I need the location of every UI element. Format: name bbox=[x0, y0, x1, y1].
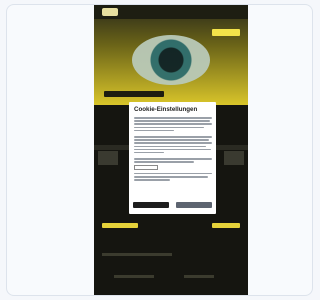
dialog-text-line bbox=[134, 120, 210, 122]
dialog-text-line bbox=[134, 172, 212, 175]
dialog-text-line bbox=[134, 151, 164, 154]
dialog-text-line bbox=[134, 117, 212, 119]
footer-text-line bbox=[184, 275, 214, 278]
dialog-text-line bbox=[134, 126, 204, 129]
dialog-text-line bbox=[134, 179, 170, 181]
dialog-text-line bbox=[134, 123, 212, 125]
cookie-settings-dialog: Cookie-Einstellungen bbox=[129, 102, 216, 214]
dialog-title: Cookie-Einstellungen bbox=[134, 106, 198, 113]
accept-all-button[interactable] bbox=[133, 202, 169, 208]
dialog-text-line bbox=[134, 158, 212, 160]
footer-text-line bbox=[114, 275, 154, 278]
thumbnail[interactable] bbox=[224, 151, 244, 165]
dialog-actions bbox=[133, 202, 212, 208]
dialog-text-line bbox=[134, 135, 212, 138]
dialog-text-line bbox=[134, 176, 208, 178]
settings-dropdown[interactable] bbox=[134, 164, 158, 170]
section-button[interactable] bbox=[102, 223, 138, 228]
dialog-text-line bbox=[134, 148, 211, 151]
footer-text-line bbox=[102, 253, 172, 256]
dialog-text-line bbox=[134, 161, 194, 163]
eye-image bbox=[132, 35, 210, 85]
dialog-text-line bbox=[134, 139, 209, 141]
save-settings-button[interactable] bbox=[176, 202, 212, 208]
dialog-text-line bbox=[134, 142, 212, 144]
site-header bbox=[94, 5, 248, 19]
section-button[interactable] bbox=[212, 223, 240, 228]
thumbnail[interactable] bbox=[98, 151, 118, 165]
dialog-text-line bbox=[134, 145, 206, 148]
screenshot-card: Cookie-Einstellungen bbox=[6, 4, 313, 296]
site-logo[interactable] bbox=[102, 8, 118, 16]
header-button[interactable] bbox=[212, 29, 240, 36]
dialog-text-line bbox=[134, 129, 174, 132]
hero-heading bbox=[104, 91, 164, 97]
